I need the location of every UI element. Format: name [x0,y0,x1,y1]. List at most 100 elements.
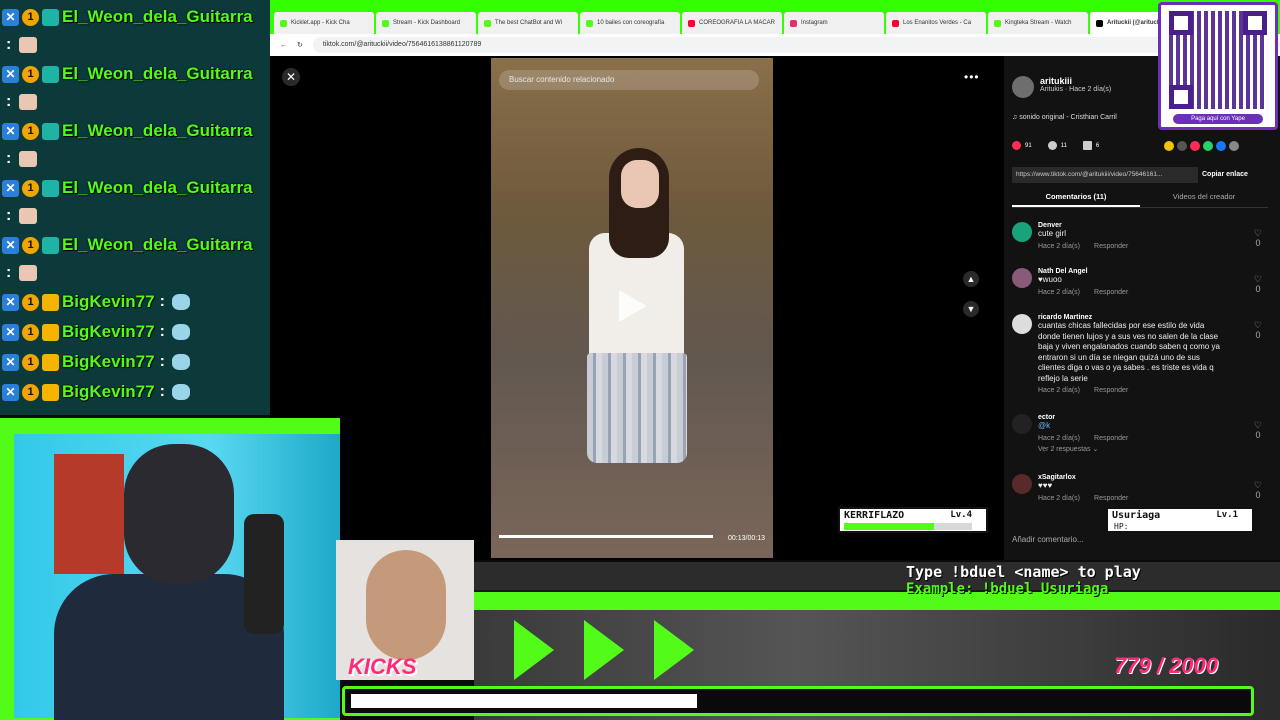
share-icon[interactable] [1164,141,1174,151]
like-button[interactable]: 91 [1012,141,1032,150]
comment-user[interactable]: ricardo Martinez [1038,314,1228,321]
comment-item: Denver cute girl Hace 2 día(s) Responder … [1012,222,1262,250]
avatar[interactable] [1012,474,1032,494]
browser-tab[interactable]: Los Enanitos Verdes - Ca [886,12,986,34]
avatar[interactable] [1012,268,1032,288]
video-player[interactable]: Buscar contenido relacionado 00:13/00:13 [491,58,773,558]
comment-date: Hace 2 día(s) [1038,494,1081,502]
comment-user[interactable]: Nath Del Angel [1038,268,1228,275]
comment-text: cute girl [1038,229,1067,238]
save-count: 6 [1095,143,1100,150]
tab-favicon-icon [790,19,797,27]
browser-tab[interactable]: Stream - Kick Dashboard [376,12,476,34]
qr-finder [1243,11,1267,35]
player-hp-card: Usuriaga Lv.1 HP: [1106,507,1254,533]
verified-badge-icon: ✕ [2,293,19,311]
tab-creator-videos[interactable]: Videos del creador [1140,192,1268,207]
sound-link[interactable]: ♫ sonido original - Cristhian Carril [1012,114,1117,121]
tab-favicon-icon [586,19,593,27]
comment-like[interactable]: ♡ 0 [1254,228,1262,248]
reload-icon[interactable]: ↻ [297,41,303,49]
chat-message: ✕ 1 El_Weon_dela_Guitarra [0,2,253,32]
reply-button[interactable]: Responder [1094,387,1128,394]
chat-message: ✕ 1 El_Weon_dela_Guitarra [0,173,253,203]
browser-tab[interactable]: Instagram [784,12,884,34]
sticker-icon [19,208,38,224]
browser-tab[interactable]: 10 bailes con coreografía [580,12,680,34]
facebook-icon[interactable] [1216,141,1226,151]
embed-icon[interactable] [1177,141,1187,151]
back-icon[interactable]: ← [280,42,287,49]
tab-favicon-icon [382,19,389,27]
tab-label: 10 bailes con coreografía [597,20,665,26]
chat-username: BigKevin77 [62,292,155,311]
tab-label: Kingteka Stream - Watch [1005,20,1072,26]
tab-favicon-icon [688,19,695,27]
founder-badge-icon: 1 [22,8,39,26]
founder-badge-icon: 1 [22,383,39,401]
whatsapp-icon[interactable] [1203,141,1213,151]
reply-button[interactable]: Responder [1094,289,1128,296]
chat-message-body: : [4,91,38,113]
verified-badge-icon: ✕ [2,353,19,371]
chat-message: ✕ 1 El_Weon_dela_Guitarra [0,230,253,260]
video-link-field[interactable]: https://www.tiktok.com/@aritukiii/video/… [1012,167,1198,183]
copy-link-button[interactable]: Copiar enlace [1202,167,1248,183]
chat-message-body: : [4,205,38,227]
send-icon[interactable] [1190,141,1200,151]
author-name[interactable]: aritukiii [1040,76,1111,86]
reply-button[interactable]: Responder [1094,495,1128,502]
tab-favicon-icon [892,19,899,27]
browser-tab[interactable]: COREOGRAFIA LA MACAR [682,12,782,34]
comment-meta: Hace 2 día(s) Responder [1038,243,1228,250]
comment-user[interactable]: Denver [1038,222,1228,229]
tiktok-page: ✕ ••• ▲ ▼ Buscar contenido relacionado 0… [270,56,1280,560]
author-subtitle: Aritukis · Hace 2 día(s) [1040,86,1112,93]
more-options-icon[interactable]: ••• [964,70,980,84]
comment-like[interactable]: ♡ 0 [1254,320,1262,340]
reply-button[interactable]: Responder [1094,243,1128,250]
video-progress-bar[interactable] [499,535,713,538]
crown-badge-icon [42,293,59,311]
chevron-down-icon[interactable]: ▼ [963,301,979,317]
stream-layout: ✕ 1 El_Weon_dela_Guitarra : ✕ 1 El_Weon_… [0,0,1280,720]
reply-button[interactable]: Responder [1094,435,1128,442]
emote-icon [171,324,190,340]
comment-like[interactable]: ♡ 0 [1254,480,1262,500]
tab-label: Los Enanitos Verdes - Ca [903,20,972,26]
webcam-frame [0,418,340,720]
save-button[interactable]: 6 [1082,141,1100,150]
chevron-up-icon[interactable]: ▲ [963,271,979,287]
browser-tab[interactable]: Kicklet.app - Kick Cha [274,12,374,34]
comment-count: 11 [1060,143,1067,150]
chat-separator: : [6,264,12,281]
avatar[interactable] [1012,222,1032,242]
heart-icon [1012,141,1021,150]
comment-like[interactable]: ♡ 0 [1254,420,1262,440]
comment-like[interactable]: ♡ 0 [1254,274,1262,294]
avatar[interactable] [1012,414,1032,434]
url-field[interactable]: tiktok.com/@arituckii/video/756461613886… [312,37,1280,53]
tab-comments[interactable]: Comentarios (11) [1012,192,1140,207]
player-level: Lv.1 [1216,510,1238,520]
comment-button[interactable]: 11 [1047,141,1067,150]
comment-meta: Hace 2 día(s) Responder [1038,435,1228,442]
avatar[interactable] [1012,76,1034,98]
browser-tab[interactable]: Kingteka Stream - Watch [988,12,1088,34]
view-replies-link[interactable]: Ver 2 respuestas ⌄ [1038,445,1228,453]
comment-item: xSagitarlox ♥♥♥ Hace 2 día(s) Responder ♡… [1012,474,1262,502]
close-icon[interactable]: ✕ [282,68,300,86]
browser-tab[interactable]: The best ChatBot and Wi [478,12,578,34]
chat-username: El_Weon_dela_Guitarra [62,178,253,197]
comment-user[interactable]: xSagitarlox [1038,474,1228,481]
add-comment-input[interactable]: Añadir comentario... [1012,535,1084,544]
like-count: 91 [1025,143,1032,150]
forward-icon[interactable] [1229,141,1239,151]
comment-user[interactable]: ector [1038,414,1228,421]
play-icon[interactable] [619,290,647,322]
avatar[interactable] [1012,314,1032,334]
video-time: 00:13/00:13 [728,535,765,542]
chevron-right-icon [584,620,624,680]
related-search-input[interactable]: Buscar contenido relacionado [499,70,759,90]
address-bar: ← ↻ tiktok.com/@arituckii/video/75646161… [270,34,1280,56]
